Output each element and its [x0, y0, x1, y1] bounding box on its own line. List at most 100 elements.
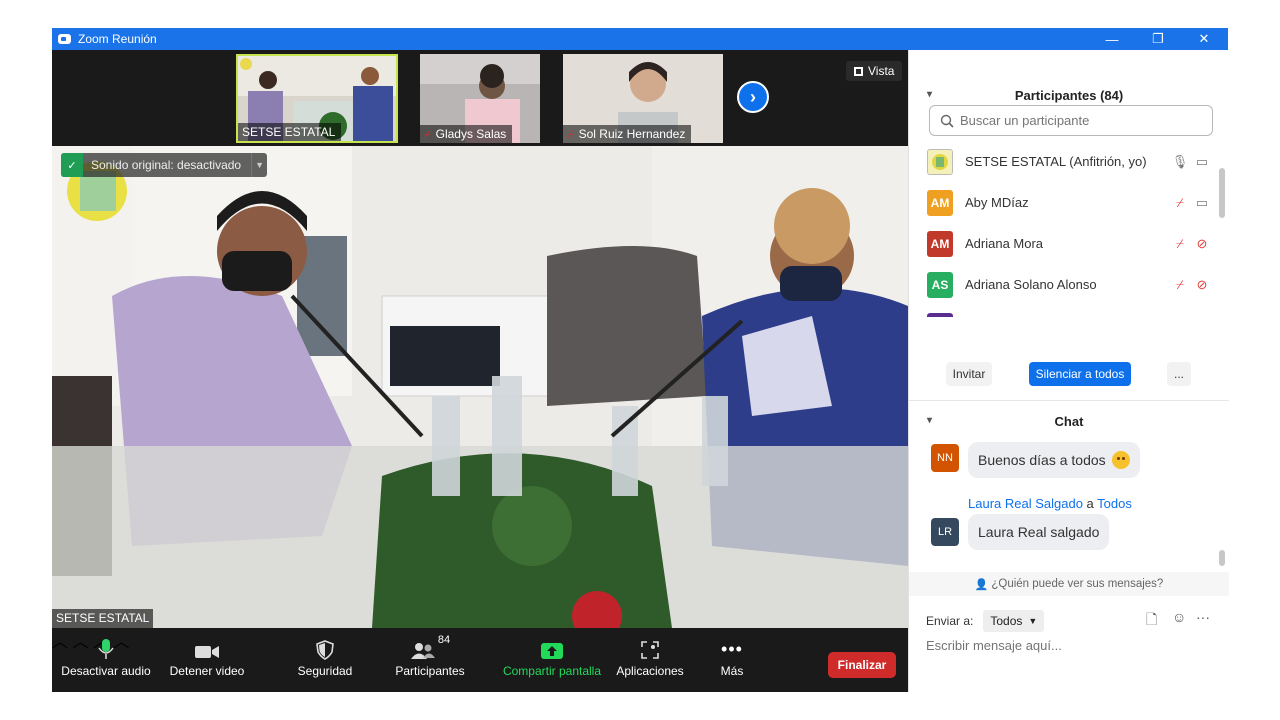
collapse-chat-chevron-icon[interactable]: ▾ — [927, 415, 932, 426]
avatar — [927, 312, 953, 317]
chat-sender-line: Laura Real Salgado a Todos — [968, 496, 1132, 511]
share-screen-icon — [541, 643, 563, 659]
security-label: Seguridad — [297, 664, 353, 678]
mute-audio-label: Desactivar audio — [61, 664, 151, 678]
avatar: AM — [927, 189, 953, 216]
file-icon[interactable]: 🗋 — [1146, 609, 1157, 633]
chevron-right-icon: › — [750, 86, 756, 107]
participant-row[interactable]: AM Aby MDíaz ⌿ ▭ — [927, 182, 1213, 223]
restore-button[interactable]: ❐ — [1135, 28, 1181, 50]
close-button[interactable]: ✕ — [1181, 28, 1227, 50]
chat-message: Laura Real salgado — [968, 514, 1110, 550]
participant-search-input[interactable] — [960, 113, 1200, 128]
video-area: SETSE ESTATAL ⌿ Gladys Salas ⌿ Sol Ruiz … — [52, 50, 908, 692]
hugging-face-emoji-icon — [1111, 451, 1130, 469]
participants-more-button[interactable]: ... — [1167, 362, 1191, 386]
who-can-see-messages[interactable]: 👤 ¿Quién puede ver sus mensajes? — [909, 572, 1229, 596]
who-can-see-label: ¿Quién puede ver sus mensajes? — [991, 578, 1164, 590]
chat-scrollbar[interactable] — [1219, 550, 1225, 566]
grid-view-icon — [854, 66, 863, 76]
mute-all-button[interactable]: Silenciar a todos — [1029, 362, 1131, 386]
emoji-icon[interactable]: ☺ — [1172, 609, 1186, 625]
chat-header: ▾ Chat — [909, 407, 1229, 435]
microphone-muted-icon: ⌿ — [424, 129, 431, 141]
microphone-muted-icon[interactable]: ⌿ — [1169, 236, 1191, 252]
view-button-label: Vista — [868, 64, 895, 78]
thumbnail-setse-estatal[interactable]: SETSE ESTATAL — [236, 54, 398, 143]
title-bar: Zoom Reunión — ❐ ✕ — [52, 28, 1228, 50]
active-speaker-name: SETSE ESTATAL — [52, 609, 154, 628]
chevron-down-icon[interactable]: ▼ — [251, 153, 267, 177]
person-eye-icon: 👤 — [974, 578, 989, 591]
original-sound-banner[interactable]: ✓ Sonido original: desactivado ▼ — [61, 153, 268, 177]
participant-search[interactable] — [929, 105, 1213, 136]
main-video: ✓ Sonido original: desactivado ▼ SETSE E… — [52, 146, 908, 628]
security-button[interactable]: Seguridad — [292, 628, 358, 692]
search-icon — [940, 114, 954, 128]
avatar: LR — [931, 518, 959, 546]
chevron-down-icon: ▼ — [1028, 616, 1038, 626]
apps-icon — [641, 641, 659, 659]
window-title: Zoom Reunión — [78, 32, 157, 46]
chat-title: Chat — [1054, 413, 1084, 429]
chat-recipient[interactable]: Todos — [1097, 496, 1132, 511]
apps-button[interactable]: Aplicaciones — [614, 628, 686, 692]
more-label: Más — [720, 664, 744, 678]
participant-name: Adriana Solano Alonso — [965, 277, 1097, 292]
mute-audio-button[interactable]: Desactivar audio — [60, 628, 152, 692]
view-button[interactable]: Vista — [846, 61, 903, 81]
thumbnail-name: ⌿ Gladys Salas — [420, 125, 513, 143]
stop-video-button[interactable]: Detener video — [164, 628, 250, 692]
original-sound-label: Sonido original: desactivado — [91, 158, 242, 172]
message-box[interactable] — [926, 638, 1216, 660]
participants-count: 84 — [437, 634, 451, 646]
chat-message-text: Laura Real salgado — [978, 524, 1100, 540]
video-off-icon[interactable]: ⊘ — [1191, 236, 1213, 252]
chat-sender-connector: a — [1086, 496, 1094, 511]
thumbnail-name: ⌿ Sol Ruiz Hernandez — [563, 125, 692, 143]
panel-divider — [909, 400, 1229, 401]
participants-button[interactable]: 84 Participantes — [390, 628, 470, 692]
end-meeting-button[interactable]: Finalizar — [828, 652, 896, 678]
collapse-participants-chevron-icon[interactable]: ▾ — [927, 89, 932, 100]
chat-message-input[interactable] — [926, 638, 1216, 660]
thumbnail-sol-ruiz-hernandez[interactable]: ⌿ Sol Ruiz Hernandez — [563, 54, 723, 143]
side-panel: ▾ Participantes (84) SETSE ESTATAL (Anfi… — [908, 50, 1229, 692]
video-off-icon[interactable]: ⊘ — [1191, 277, 1213, 293]
microphone-muted-icon[interactable]: ⌿ — [1169, 195, 1191, 211]
participant-row[interactable]: AS Adriana Solano Alonso ⌿ ⊘ — [927, 264, 1213, 305]
video-camera-icon[interactable]: ▭ — [1191, 195, 1213, 211]
microphone-icon — [98, 639, 114, 659]
thumbnail-strip: SETSE ESTATAL ⌿ Gladys Salas ⌿ Sol Ruiz … — [52, 50, 908, 146]
minimize-button[interactable]: — — [1089, 28, 1135, 50]
participant-row[interactable]: AM Adriana Mora ⌿ ⊘ — [927, 223, 1213, 264]
stop-video-label: Detener video — [169, 664, 245, 678]
participants-title: Participantes (84) — [1014, 87, 1124, 103]
more-dots-icon: ••• — [721, 639, 743, 659]
chat-message: Buenos días a todos — [968, 442, 1140, 478]
microphone-muted-icon[interactable]: ⌿ — [1169, 277, 1191, 293]
zoom-window: Zoom Reunión — ❐ ✕ SETSE ESTATAL ⌿ Glady… — [52, 28, 1229, 692]
video-camera-icon — [195, 646, 219, 658]
participant-list-scrollbar[interactable] — [1219, 168, 1225, 218]
chat-messages: NN Buenos días a todos Laura Real Salgad… — [909, 442, 1229, 572]
microphone-icon[interactable]: 🎙 — [1169, 154, 1191, 170]
invite-button[interactable]: Invitar — [946, 362, 992, 386]
avatar-logo-icon — [927, 148, 953, 175]
chat-message-text: Buenos días a todos — [978, 452, 1106, 468]
send-to-row: Enviar a: Todos ▼ — [926, 610, 1045, 632]
participant-row[interactable] — [927, 305, 1213, 317]
share-screen-button[interactable]: Compartir pantalla — [500, 628, 604, 692]
apps-label: Aplicaciones — [616, 664, 684, 678]
send-to-dropdown[interactable]: Todos ▼ — [983, 610, 1045, 632]
participant-name: Aby MDíaz — [965, 195, 1029, 210]
video-camera-icon[interactable]: ▭ — [1191, 154, 1213, 170]
participants-icon — [410, 643, 435, 659]
thumbnail-gladys-salas[interactable]: ⌿ Gladys Salas — [420, 54, 540, 143]
next-page-button[interactable]: › — [737, 81, 769, 113]
more-button[interactable]: ••• Más — [708, 628, 756, 692]
chat-sender-name[interactable]: Laura Real Salgado — [968, 496, 1083, 511]
participant-row[interactable]: SETSE ESTATAL (Anfitrión, yo) 🎙 ▭ — [927, 141, 1213, 182]
main-video-image — [52, 146, 908, 628]
more-options-icon[interactable]: ··· — [1196, 609, 1210, 625]
